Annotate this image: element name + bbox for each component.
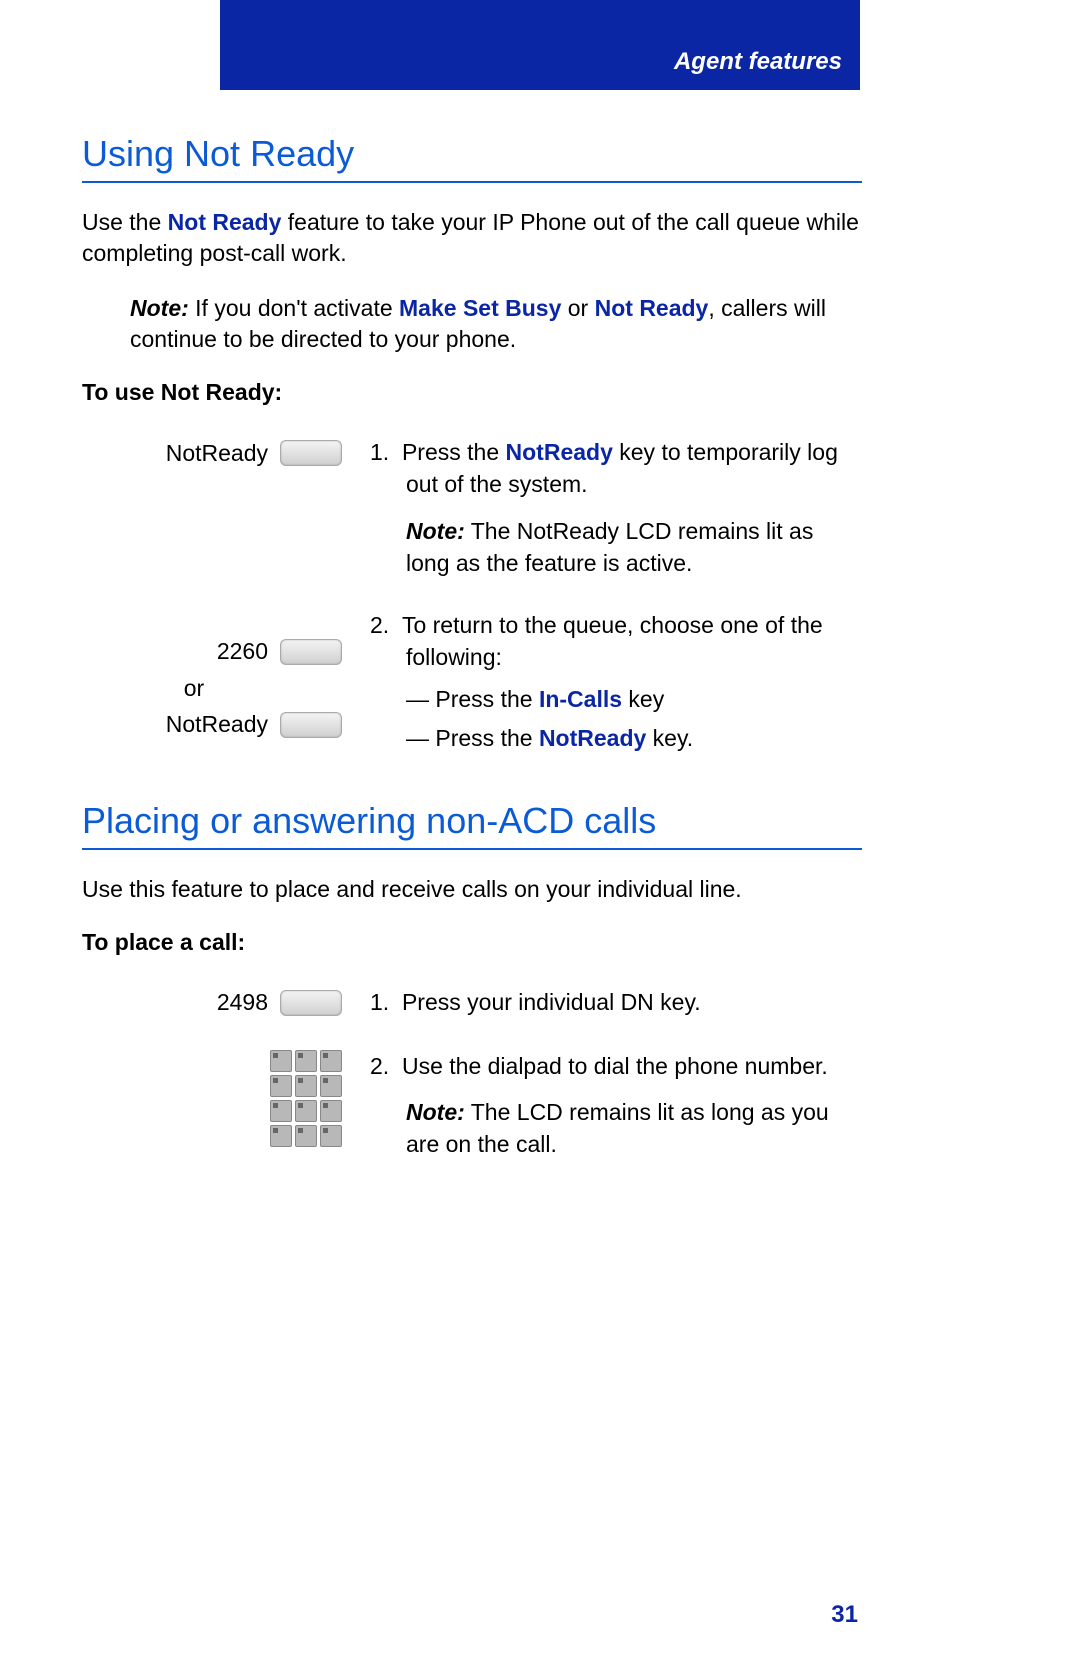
key-col	[82, 1050, 342, 1147]
s2-step2-text: 2. Use the dialpad to dial the phone num…	[370, 1050, 862, 1082]
pad-key-icon	[295, 1075, 317, 1097]
s2-step2-row: 2. Use the dialpad to dial the phone num…	[82, 1050, 862, 1161]
step-col: 1. Press the NotReady key to temporarily…	[342, 436, 862, 579]
key-col: 2498	[82, 986, 342, 1020]
pad-key-icon	[320, 1075, 342, 1097]
key-label: 2498	[217, 989, 268, 1016]
pad-key-icon	[320, 1125, 342, 1147]
text: or	[561, 295, 594, 321]
text: To return to the queue, choose one of th…	[402, 612, 823, 670]
softkey-icon	[280, 712, 342, 738]
dialpad-icon	[270, 1050, 342, 1147]
step2-row: 2260 or NotReady 2. To return to the que…	[82, 609, 862, 760]
text: If you don't activate	[189, 295, 399, 321]
text: The LCD remains lit as long as you are o…	[406, 1099, 829, 1157]
softkey-icon	[280, 639, 342, 665]
note-label: Note:	[130, 295, 189, 321]
pad-key-icon	[270, 1075, 292, 1097]
note-label: Note:	[406, 518, 465, 544]
step-num: 2.	[370, 612, 389, 638]
page: Agent features Using Not Ready Use the N…	[0, 0, 1080, 1669]
key-line: 2260	[217, 635, 342, 669]
step1-note: Note: The NotReady LCD remains lit as lo…	[370, 515, 862, 579]
text: key	[622, 686, 664, 712]
key-col: 2260 or NotReady	[82, 609, 342, 742]
text: Press your individual DN key.	[402, 989, 701, 1015]
section2-intro: Use this feature to place and receive ca…	[82, 874, 862, 905]
content: Using Not Ready Use the Not Ready featur…	[82, 105, 862, 1190]
text: Use the	[82, 209, 168, 235]
step1-row: NotReady 1. Press the NotReady key to te…	[82, 436, 862, 579]
notready-link: NotReady	[539, 725, 646, 751]
softkey-icon	[280, 990, 342, 1016]
step-col: 2. To return to the queue, choose one of…	[342, 609, 862, 760]
dash-item: — Press the In-Calls key	[406, 683, 862, 715]
key-label: 2260	[217, 638, 268, 665]
text: Press the	[402, 439, 506, 465]
notready-link: NotReady	[506, 439, 613, 465]
step-num: 1.	[370, 989, 389, 1015]
step1-text: 1. Press the NotReady key to temporarily…	[370, 436, 862, 500]
s2-step2-note: Note: The LCD remains lit as long as you…	[370, 1096, 862, 1160]
key-label: NotReady	[166, 711, 268, 738]
or-label: or	[82, 675, 342, 702]
text: The NotReady LCD remains lit as long as …	[406, 518, 813, 576]
pad-key-icon	[295, 1050, 317, 1072]
section2-title: Placing or answering non-ACD calls	[82, 800, 862, 850]
note-label: Note:	[406, 1099, 465, 1125]
pad-key-icon	[320, 1050, 342, 1072]
sub-list: — Press the In-Calls key — Press the Not…	[370, 683, 862, 753]
section1-title: Using Not Ready	[82, 133, 862, 183]
s2-step1-row: 2498 1. Press your individual DN key.	[82, 986, 862, 1020]
pad-key-icon	[295, 1125, 317, 1147]
pad-key-icon	[270, 1125, 292, 1147]
step-num: 1.	[370, 439, 389, 465]
pad-key-icon	[295, 1100, 317, 1122]
key-col: NotReady	[82, 436, 342, 470]
key-label: NotReady	[166, 440, 268, 467]
step-col: 2. Use the dialpad to dial the phone num…	[342, 1050, 862, 1161]
section1-subheading: To use Not Ready:	[82, 379, 862, 406]
pad-key-icon	[270, 1050, 292, 1072]
header-bar: Agent features	[220, 0, 860, 90]
dash-item: — Press the NotReady key.	[406, 722, 862, 754]
section1-intro: Use the Not Ready feature to take your I…	[82, 207, 862, 269]
step2-text: 2. To return to the queue, choose one of…	[370, 609, 862, 673]
not-ready-link: Not Ready	[595, 295, 709, 321]
make-set-busy-link: Make Set Busy	[399, 295, 561, 321]
softkey-icon	[280, 440, 342, 466]
step-col: 1. Press your individual DN key.	[342, 986, 862, 1018]
header-title: Agent features	[674, 48, 842, 76]
dialpad-wrap	[270, 1050, 342, 1147]
key-line: 2498	[217, 986, 342, 1020]
in-calls-link: In-Calls	[539, 686, 622, 712]
page-number: 31	[831, 1601, 858, 1629]
pad-key-icon	[320, 1100, 342, 1122]
text: Use the dialpad to dial the phone number…	[402, 1053, 828, 1079]
section1-note: Note: If you don't activate Make Set Bus…	[130, 293, 862, 355]
text: — Press the	[406, 686, 539, 712]
text: key.	[646, 725, 693, 751]
text: — Press the	[406, 725, 539, 751]
key-line: NotReady	[166, 708, 342, 742]
section2-subheading: To place a call:	[82, 929, 862, 956]
not-ready-link: Not Ready	[168, 209, 282, 235]
pad-key-icon	[270, 1100, 292, 1122]
s2-step1-text: 1. Press your individual DN key.	[370, 986, 862, 1018]
key-line: NotReady	[166, 436, 342, 470]
step-num: 2.	[370, 1053, 389, 1079]
